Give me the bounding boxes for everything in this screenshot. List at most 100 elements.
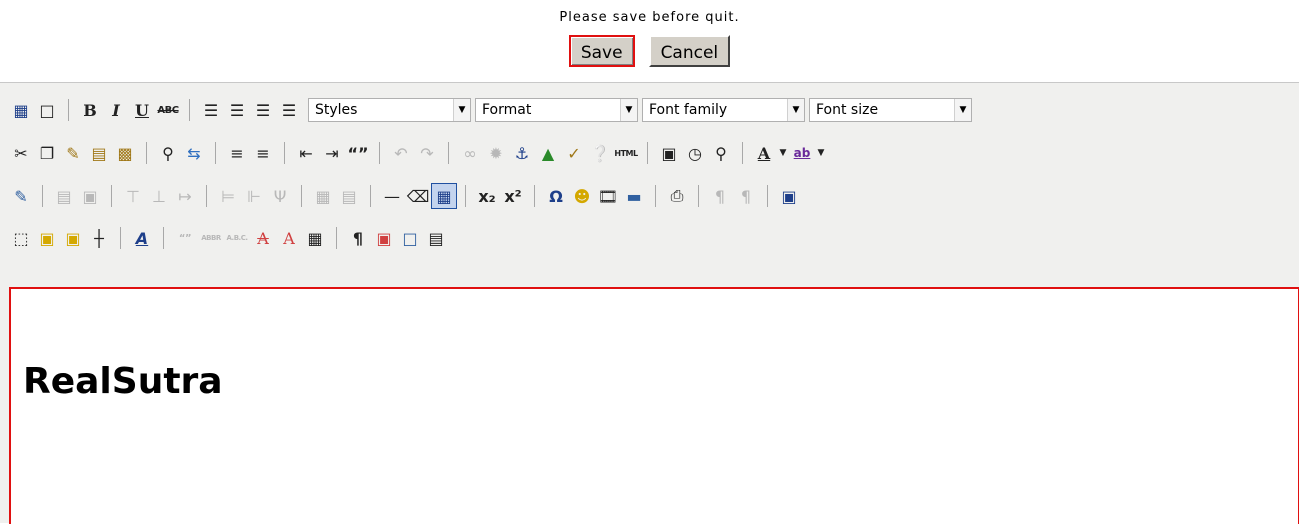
insert-layer-icon[interactable]: ⬚ — [8, 225, 34, 251]
blockquote-icon[interactable]: “” — [345, 140, 371, 166]
save-button[interactable]: Save — [568, 35, 635, 67]
chevron-down-icon[interactable]: ▼ — [815, 140, 827, 166]
edit-icon[interactable]: ✎ — [8, 183, 34, 209]
numbered-list-icon[interactable]: ≡ — [250, 140, 276, 166]
emoticon-icon[interactable]: ☻ — [569, 183, 595, 209]
align-left-icon[interactable]: ☰ — [198, 97, 224, 123]
bullet-list-icon[interactable]: ≡ — [224, 140, 250, 166]
print-icon[interactable]: ⎙ — [664, 183, 690, 209]
move-backward-icon[interactable]: ▣ — [60, 225, 86, 251]
font-family-select[interactable]: Font family ▼ — [642, 98, 805, 122]
editor-content-area[interactable]: RealSutra — [9, 287, 1299, 524]
cite-button[interactable]: “” — [172, 225, 198, 251]
font-color-button[interactable]: A — [751, 140, 777, 166]
insert-date-icon[interactable]: ▣ — [656, 140, 682, 166]
copy-icon[interactable]: ❐ — [34, 140, 60, 166]
row-props-icon[interactable]: ▤ — [51, 183, 77, 209]
align-right-icon[interactable]: ☰ — [250, 97, 276, 123]
cancel-button[interactable]: Cancel — [648, 35, 731, 67]
indent-icon[interactable]: ⇥ — [319, 140, 345, 166]
insert-time-icon[interactable]: ◷ — [682, 140, 708, 166]
styles-select-value: Styles — [315, 102, 358, 118]
replace-icon[interactable]: ⇆ — [181, 140, 207, 166]
split-cells-icon[interactable]: ▦ — [310, 183, 336, 209]
html-source-button[interactable]: HTML — [613, 140, 639, 166]
separator — [163, 227, 164, 249]
table-icon[interactable]: ▦ — [431, 183, 457, 209]
separator — [111, 185, 112, 207]
rich-text-editor: ▦ □ B I U ABC ☰ ☰ ☰ ☰ Styles ▼ Format ▼ … — [0, 82, 1299, 524]
separator — [767, 185, 768, 207]
separator — [379, 142, 380, 164]
separator — [742, 142, 743, 164]
cut-icon[interactable]: ✂ — [8, 140, 34, 166]
chevron-down-icon: ▼ — [787, 99, 804, 121]
chevron-down-icon: ▼ — [620, 99, 637, 121]
new-document-icon[interactable]: □ — [34, 97, 60, 123]
highlight-color-button[interactable]: ab — [789, 140, 815, 166]
toolbar-row-3: ✎ ▤ ▣ ⊤ ⊥ ↦ ⊨ ⊩ Ψ ▦ ▤ — ⌫ ▦ x₂ x² Ω ☻ 🎞 … — [8, 181, 802, 211]
insert-text-icon[interactable]: A — [276, 225, 302, 251]
insert-row-before-icon[interactable]: ⊤ — [120, 183, 146, 209]
insert-col-after-icon[interactable]: ⊩ — [241, 183, 267, 209]
page-break-icon[interactable]: ▤ — [423, 225, 449, 251]
advanced-hr-icon[interactable]: ▬ — [621, 183, 647, 209]
undo-icon[interactable]: ↶ — [388, 140, 414, 166]
cell-props-icon[interactable]: ▣ — [77, 183, 103, 209]
paste-icon[interactable]: ✎ — [60, 140, 86, 166]
toolbar-row-4: ⬚ ▣ ▣ ┼ A “” ABBR A.B.C. A A ▦ ¶ ▣ □ ▤ — [8, 223, 449, 253]
merge-cells-icon[interactable]: ▤ — [336, 183, 362, 209]
action-buttons: Save Cancel — [0, 35, 1299, 67]
rtl-icon[interactable]: ¶ — [733, 183, 759, 209]
eraser-icon[interactable]: ⌫ — [405, 183, 431, 209]
font-family-select-value: Font family — [649, 102, 728, 118]
redo-icon[interactable]: ↷ — [414, 140, 440, 166]
superscript-icon[interactable]: x² — [500, 183, 526, 209]
unlink-icon[interactable]: ✹ — [483, 140, 509, 166]
horizontal-rule-icon[interactable]: — — [379, 183, 405, 209]
help-icon[interactable]: ❔ — [587, 140, 613, 166]
media-icon[interactable]: 🎞 — [595, 183, 621, 209]
delete-row-icon[interactable]: ↦ — [172, 183, 198, 209]
strikethrough-button[interactable]: ABC — [155, 97, 181, 123]
font-size-select[interactable]: Font size ▼ — [809, 98, 972, 122]
link-icon[interactable]: ∞ — [457, 140, 483, 166]
delete-col-icon[interactable]: Ψ — [267, 183, 293, 209]
italic-button[interactable]: I — [103, 97, 129, 123]
insert-row-after-icon[interactable]: ⊥ — [146, 183, 172, 209]
outdent-icon[interactable]: ⇤ — [293, 140, 319, 166]
styleprops-button[interactable]: A — [129, 225, 155, 251]
attributes-icon[interactable]: ▦ — [302, 225, 328, 251]
abbr-button[interactable]: ABBR — [198, 225, 224, 251]
save-icon[interactable]: ▦ — [8, 97, 34, 123]
format-select[interactable]: Format ▼ — [475, 98, 638, 122]
special-char-icon[interactable]: Ω — [543, 183, 569, 209]
acronym-button[interactable]: A.B.C. — [224, 225, 250, 251]
align-center-icon[interactable]: ☰ — [224, 97, 250, 123]
image-icon[interactable]: ▲ — [535, 140, 561, 166]
fullscreen-icon[interactable]: ▣ — [776, 183, 802, 209]
cleanup-icon[interactable]: ✓ — [561, 140, 587, 166]
insert-col-before-icon[interactable]: ⊨ — [215, 183, 241, 209]
separator — [698, 185, 699, 207]
visual-chars-icon[interactable]: ¶ — [345, 225, 371, 251]
move-forward-icon[interactable]: ▣ — [34, 225, 60, 251]
template-icon[interactable]: □ — [397, 225, 423, 251]
paste-text-icon[interactable]: ▤ — [86, 140, 112, 166]
ltr-icon[interactable]: ¶ — [707, 183, 733, 209]
separator — [206, 185, 207, 207]
preview-icon[interactable]: ⚲ — [708, 140, 734, 166]
separator — [120, 227, 121, 249]
styles-select[interactable]: Styles ▼ — [308, 98, 471, 122]
anchor-icon[interactable]: ⚓ — [509, 140, 535, 166]
subscript-icon[interactable]: x₂ — [474, 183, 500, 209]
bold-button[interactable]: B — [77, 97, 103, 123]
chevron-down-icon[interactable]: ▼ — [777, 140, 789, 166]
align-justify-icon[interactable]: ☰ — [276, 97, 302, 123]
find-icon[interactable]: ⚲ — [155, 140, 181, 166]
underline-button[interactable]: U — [129, 97, 155, 123]
absolute-icon[interactable]: ┼ — [86, 225, 112, 251]
non-breaking-icon[interactable]: ▣ — [371, 225, 397, 251]
paste-word-icon[interactable]: ▩ — [112, 140, 138, 166]
delete-text-icon[interactable]: A — [250, 225, 276, 251]
